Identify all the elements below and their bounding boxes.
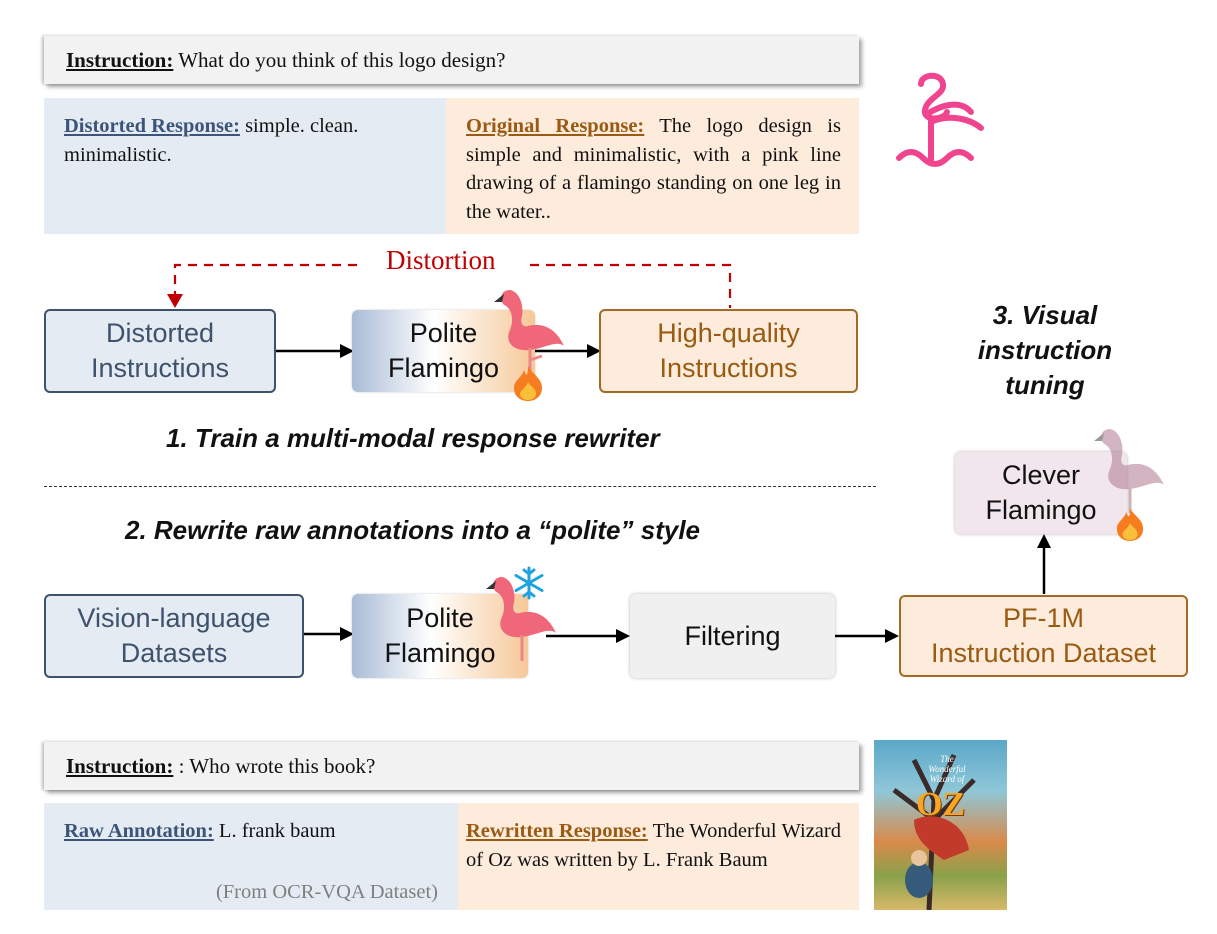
flamingo-logo-image	[896, 72, 984, 167]
box-line: Datasets	[120, 638, 228, 668]
book-title-small: The Wonderful Wizard of	[928, 754, 966, 784]
heading-line: instruction	[977, 335, 1113, 365]
box-line: Instructions	[659, 353, 798, 383]
snowflake-icon	[514, 566, 544, 600]
instruction-text: : Who wrote this book?	[173, 753, 376, 778]
box-line: Filtering	[684, 620, 781, 651]
fire-icon	[1116, 508, 1144, 541]
box-line: High-quality	[657, 318, 800, 348]
heading-line: tuning	[1005, 370, 1085, 400]
flamingo-icon	[494, 290, 564, 374]
arrow-right	[304, 627, 354, 641]
section-divider	[44, 486, 876, 487]
fire-icon	[514, 366, 542, 401]
bottom-instruction-bar: Instruction: : Who wrote this book?	[44, 742, 859, 790]
distortion-label: Distortion	[386, 245, 496, 275]
instruction-label: Instruction:	[66, 47, 174, 72]
box-line: Flamingo	[384, 638, 496, 668]
arrow-right	[546, 629, 630, 643]
vision-language-datasets-box: Vision-language Datasets	[44, 594, 304, 678]
box-line: Instruction Dataset	[930, 638, 1157, 668]
distorted-response-label: Distorted Response:	[64, 115, 240, 137]
box-line: Flamingo	[387, 353, 500, 383]
book-cover-image: The Wonderful Wizard of OZ	[874, 740, 1007, 910]
instruction-label: Instruction:	[66, 753, 174, 778]
box-line: Flamingo	[985, 495, 1097, 525]
distorted-instructions-box: Distorted Instructions	[44, 309, 276, 393]
filtering-box: Filtering	[630, 594, 835, 678]
book-title-oz: OZ	[916, 786, 966, 823]
stage1-heading: 1. Train a multi-modal response rewriter	[166, 423, 660, 453]
arrow-right	[276, 344, 354, 358]
box-line: Instructions	[90, 353, 230, 383]
pf-1m-dataset-box: PF-1M Instruction Dataset	[899, 595, 1188, 677]
heading-line: 3. Visual	[992, 300, 1098, 330]
rewritten-response-panel: Rewritten Response: The Wonderful Wizard…	[458, 803, 859, 910]
top-instruction-bar: Instruction: What do you think of this l…	[44, 36, 859, 84]
flamingo-icon	[1094, 429, 1164, 513]
original-response-panel: Original Response: The logo design is si…	[446, 98, 859, 234]
high-quality-instructions-box: High-quality Instructions	[599, 309, 858, 393]
box-line: Distorted	[105, 318, 215, 348]
box-line: Vision-language	[77, 603, 271, 633]
box-line: Clever	[1001, 460, 1080, 490]
raw-annotation-text: L. frank baum	[213, 820, 336, 842]
distorted-response-panel: Distorted Response: simple. clean. minim…	[44, 98, 454, 234]
raw-annotation-panel: Raw Annotation: L. frank baum (From OCR-…	[44, 803, 458, 910]
box-line: Polite	[409, 318, 478, 348]
arrow-right	[835, 629, 899, 643]
original-response-label: Original Response:	[466, 115, 645, 137]
source-note: (From OCR-VQA Dataset)	[215, 880, 438, 903]
arrow-up	[1037, 534, 1051, 594]
arrow-right	[535, 344, 601, 358]
box-line: PF-1M	[1003, 603, 1084, 633]
raw-annotation-label: Raw Annotation:	[64, 820, 214, 842]
box-line: Polite	[406, 603, 474, 633]
rewritten-response-label: Rewritten Response:	[466, 820, 648, 842]
stage2-heading: 2. Rewrite raw annotations into a “polit…	[125, 515, 700, 545]
stage3-heading: 3. Visual instruction tuning	[960, 298, 1130, 403]
instruction-text: What do you think of this logo design?	[173, 47, 506, 72]
